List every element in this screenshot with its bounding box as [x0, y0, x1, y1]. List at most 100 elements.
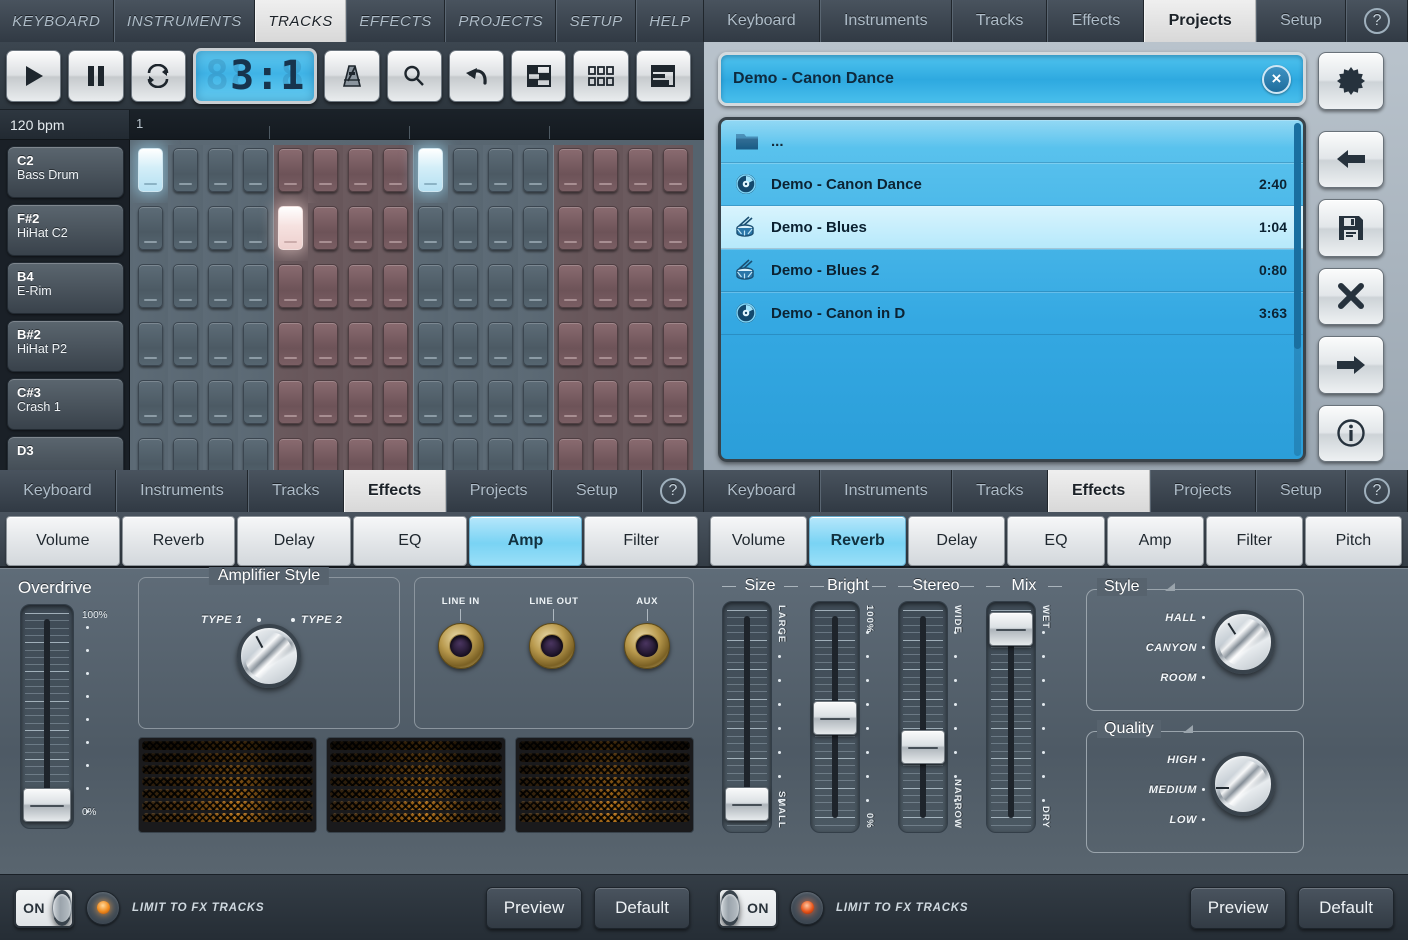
reverb-nav-tab-setup[interactable]: Setup [1256, 470, 1346, 512]
step-cell[interactable] [203, 435, 238, 470]
step-cell[interactable] [203, 319, 238, 377]
step-pad[interactable] [488, 438, 513, 470]
step-pad[interactable] [593, 206, 618, 250]
step-pad[interactable] [278, 148, 303, 192]
step-pad[interactable] [208, 322, 233, 366]
reverb-nav-tab-effects[interactable]: Effects [1048, 470, 1150, 512]
step-cell[interactable] [238, 319, 273, 377]
project-list-item[interactable]: Demo - Canon Dance2:40 [721, 163, 1303, 206]
step-pad[interactable] [593, 148, 618, 192]
step-pad[interactable] [383, 438, 408, 470]
slider-track[interactable] [898, 601, 948, 833]
projects-nav-tab-instruments[interactable]: Instruments [820, 0, 952, 42]
project-name-field[interactable]: Demo - Canon Dance × [718, 52, 1306, 106]
step-pad[interactable] [313, 206, 338, 250]
step-cell[interactable] [238, 261, 273, 319]
amp-fxtab-amp[interactable]: Amp [469, 516, 583, 566]
new-project-button[interactable] [1318, 52, 1384, 110]
step-cell[interactable] [483, 319, 518, 377]
step-pad[interactable] [628, 380, 653, 424]
step-pad[interactable] [593, 438, 618, 470]
step-pad[interactable] [663, 206, 688, 250]
step-pad[interactable] [418, 380, 443, 424]
track-row[interactable]: B#2HiHat P2 [7, 320, 124, 372]
step-cell[interactable] [273, 145, 308, 203]
amp-type1-label[interactable]: TYPE 1 [201, 614, 243, 626]
step-cell[interactable] [553, 435, 588, 470]
step-cell[interactable] [168, 261, 203, 319]
step-pad[interactable] [243, 264, 268, 308]
jack-line-in-socket[interactable] [438, 623, 484, 669]
reverb-fxtab-filter[interactable]: Filter [1206, 516, 1303, 566]
pads-icon[interactable] [573, 50, 628, 102]
step-cell[interactable] [588, 435, 623, 470]
step-cell[interactable] [588, 203, 623, 261]
step-cell[interactable] [518, 377, 553, 435]
step-pad[interactable] [208, 264, 233, 308]
step-pad[interactable] [663, 148, 688, 192]
step-cell[interactable] [518, 145, 553, 203]
tracks-nav-tab-projects[interactable]: PROJECTS [445, 0, 556, 42]
step-pad[interactable] [173, 380, 198, 424]
step-pad[interactable] [453, 322, 478, 366]
load-button[interactable] [1318, 131, 1384, 189]
amp-fxtab-volume[interactable]: Volume [6, 516, 120, 566]
projects-nav-tab-keyboard[interactable]: Keyboard [704, 0, 820, 42]
tracks-nav-tab-instruments[interactable]: INSTRUMENTS [114, 0, 255, 42]
step-cell[interactable] [308, 377, 343, 435]
step-pad[interactable] [208, 380, 233, 424]
step-cell[interactable] [623, 145, 658, 203]
step-pad[interactable] [488, 380, 513, 424]
step-pad[interactable] [138, 438, 163, 470]
reverb-preview-button[interactable]: Preview [1190, 887, 1286, 929]
amp-preview-button[interactable]: Preview [486, 887, 582, 929]
step-cell[interactable] [448, 261, 483, 319]
amp-enable-toggle[interactable]: ON [14, 888, 74, 928]
step-pad[interactable] [173, 438, 198, 470]
step-pad[interactable] [453, 206, 478, 250]
step-pad[interactable] [453, 380, 478, 424]
step-pad[interactable] [558, 148, 583, 192]
step-pad[interactable] [663, 380, 688, 424]
step-cell[interactable] [553, 261, 588, 319]
amp-nav-tab-instruments[interactable]: Instruments [116, 470, 248, 512]
amp-fxtab-eq[interactable]: EQ [353, 516, 467, 566]
step-pad-active[interactable] [278, 206, 303, 250]
step-pad[interactable] [313, 264, 338, 308]
projects-nav-tab-setup[interactable]: Setup [1256, 0, 1346, 42]
step-pad[interactable] [313, 438, 338, 470]
step-pad[interactable] [383, 206, 408, 250]
step-cell[interactable] [378, 435, 413, 470]
step-cell[interactable] [343, 319, 378, 377]
step-cell[interactable] [588, 377, 623, 435]
step-pad[interactable] [243, 380, 268, 424]
reverb-quality-opt-low[interactable]: LOW [1170, 814, 1197, 826]
slider-track[interactable] [986, 601, 1036, 833]
step-cell[interactable] [133, 203, 168, 261]
step-cell[interactable] [378, 261, 413, 319]
reverb-fxtab-volume[interactable]: Volume [710, 516, 807, 566]
slider-handle[interactable] [989, 612, 1033, 646]
step-pad[interactable] [208, 148, 233, 192]
step-pad[interactable] [558, 438, 583, 470]
step-cell[interactable] [518, 261, 553, 319]
step-cell[interactable] [203, 203, 238, 261]
step-pad[interactable] [523, 438, 548, 470]
track-row[interactable]: D3 [7, 436, 124, 470]
step-cell[interactable] [658, 261, 693, 319]
amp-type2-label[interactable]: TYPE 2 [301, 614, 343, 626]
step-pad[interactable] [523, 380, 548, 424]
step-cell[interactable] [343, 145, 378, 203]
step-cell[interactable] [378, 145, 413, 203]
step-pad[interactable] [348, 380, 373, 424]
step-pad[interactable] [453, 264, 478, 308]
step-pad[interactable] [558, 322, 583, 366]
jack-line-out[interactable]: LINE OUT [529, 596, 578, 669]
bar-ruler[interactable]: 1 [130, 110, 704, 139]
step-cell[interactable] [553, 319, 588, 377]
step-pad[interactable] [348, 438, 373, 470]
step-pad[interactable] [488, 206, 513, 250]
slider-handle[interactable] [901, 730, 945, 764]
step-cell[interactable] [623, 261, 658, 319]
step-cell[interactable] [273, 319, 308, 377]
